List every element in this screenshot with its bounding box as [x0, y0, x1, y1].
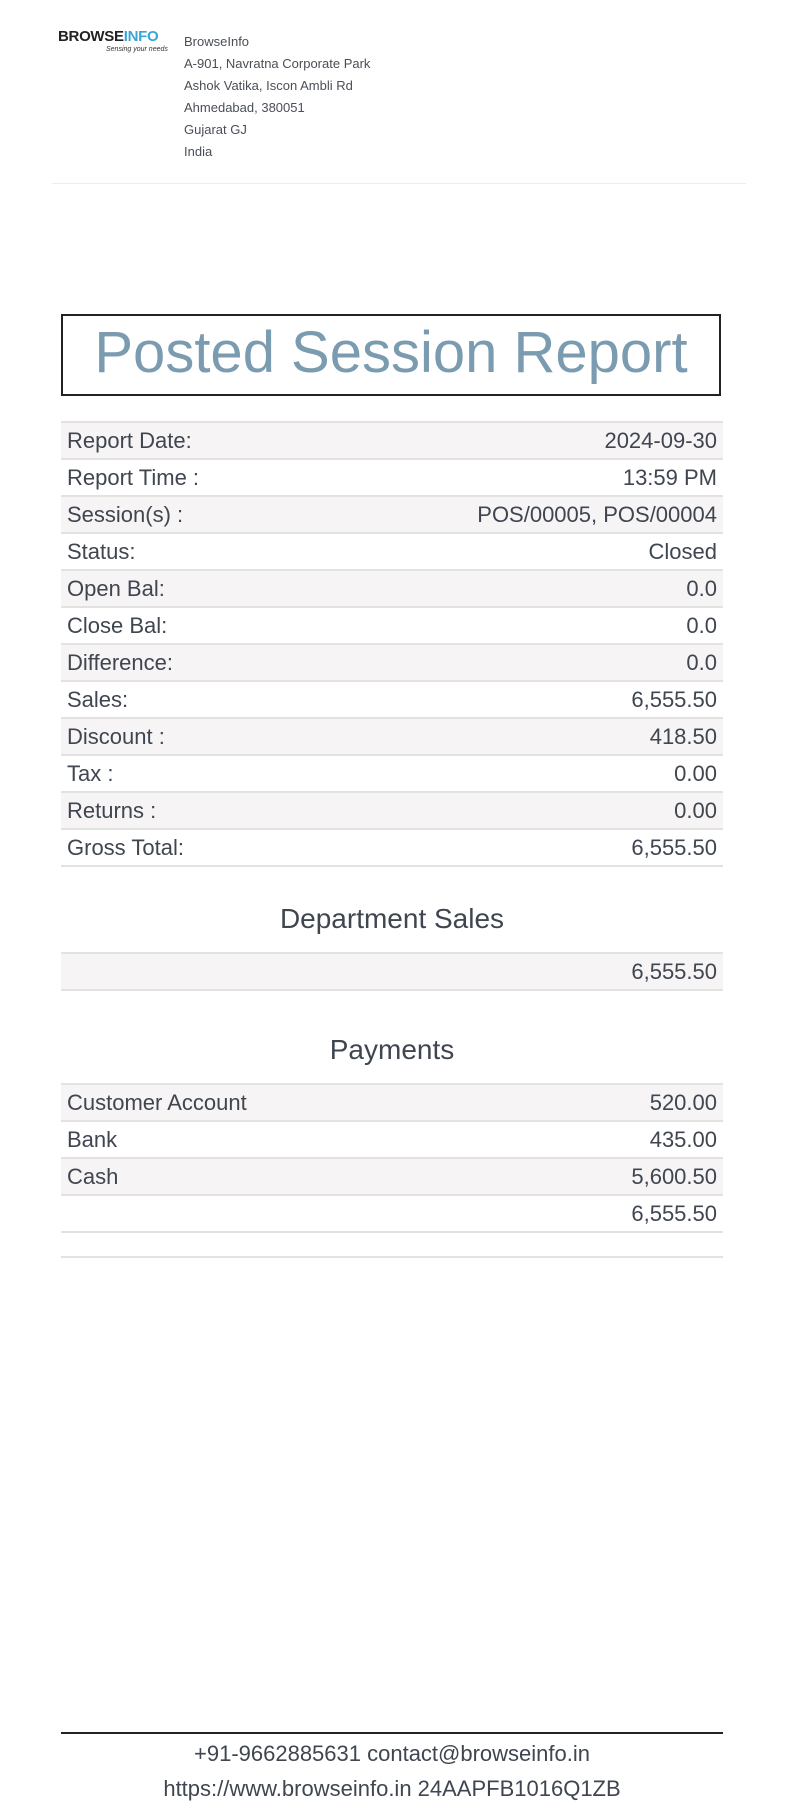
- address-line: Gujarat GJ: [184, 122, 247, 137]
- summary-label: Sales:: [61, 680, 302, 718]
- summary-row: Open Bal: 0.0: [61, 569, 723, 607]
- payment-method: Customer Account: [61, 1083, 500, 1121]
- summary-label: Close Bal:: [61, 606, 302, 644]
- summary-row: Status: Closed: [61, 532, 723, 570]
- summary-value: 2024-09-30: [301, 421, 723, 459]
- summary-label: Status:: [61, 532, 302, 570]
- payment-row: Bank 435.00: [61, 1120, 723, 1158]
- address-line: Ahmedabad, 380051: [184, 100, 305, 115]
- summary-value: 0.0: [301, 643, 723, 681]
- payment-amount: 520.00: [499, 1083, 723, 1121]
- summary-label: Tax :: [61, 754, 302, 792]
- company-name: BrowseInfo: [184, 34, 250, 49]
- address-line: A-901, Navratna Corporate Park: [184, 56, 371, 71]
- summary-value: POS/00005, POS/00004: [301, 495, 723, 533]
- logo-text-browse: BROWSE: [58, 28, 124, 45]
- summary-row: Session(s) : POS/00005, POS/00004: [61, 495, 723, 533]
- payment-method: Bank: [61, 1120, 500, 1158]
- department-sales-table: 6,555.50: [61, 952, 723, 991]
- summary-row: Returns :0.00: [61, 791, 723, 829]
- report-title: Posted Session Report: [94, 320, 688, 385]
- address-line: India: [184, 144, 213, 159]
- summary-row: Gross Total: 6,555.50: [61, 828, 723, 867]
- summary-value: 0.0: [301, 606, 723, 644]
- summary-label: Discount :: [61, 717, 302, 755]
- payment-row: Customer Account 520.00: [61, 1083, 723, 1121]
- footer-divider: [61, 1732, 723, 1734]
- logo-tagline: Sensing your needs: [106, 46, 168, 53]
- payment-amount: 435.00: [499, 1120, 723, 1158]
- payment-total: 6,555.50: [499, 1194, 723, 1232]
- report-title-box: Posted Session Report: [61, 314, 721, 396]
- summary-row: Sales: 6,555.50: [61, 680, 723, 718]
- summary-label: Open Bal:: [61, 569, 302, 607]
- summary-row: Difference: 0.0: [61, 643, 723, 681]
- summary-value: Closed: [301, 532, 723, 570]
- company-logo: BROWSEINFO Sensing your needs: [58, 28, 168, 60]
- summary-row: Report Time :13:59 PM: [61, 458, 723, 496]
- company-address: BrowseInfo A-901, Navratna Corporate Par…: [184, 31, 370, 163]
- address-line: Ashok Vatika, Iscon Ambli Rd: [184, 78, 353, 93]
- department-label: [61, 952, 134, 991]
- summary-label: Returns :: [61, 791, 302, 829]
- summary-value: 6,555.50: [301, 680, 723, 718]
- footer-website: https://www.browseinfo.in 24AAPFB1016Q1Z…: [163, 1776, 621, 1801]
- summary-label: Session(s) :: [61, 495, 302, 533]
- payment-total-row: 6,555.50: [61, 1194, 723, 1232]
- payment-amount: [499, 1231, 723, 1258]
- summary-row: Tax :0.00: [61, 754, 723, 792]
- department-sales-row: 6,555.50: [61, 952, 723, 991]
- summary-row: Close Bal: 0.0: [61, 606, 723, 644]
- summary-row: Discount :418.50: [61, 717, 723, 755]
- summary-row: Report Date: 2024-09-30: [61, 421, 723, 459]
- payment-method: [61, 1231, 500, 1258]
- summary-value: 6,555.50: [301, 828, 723, 867]
- summary-label: Difference:: [61, 643, 302, 681]
- summary-value: 0.0: [301, 569, 723, 607]
- logo-text-info: INFO: [123, 28, 159, 45]
- company-header: BROWSEINFO Sensing your needs BrowseInfo…: [52, 0, 746, 184]
- summary-table: Report Date: 2024-09-30 Report Time :13:5…: [61, 421, 723, 867]
- payment-method: [61, 1194, 500, 1232]
- summary-value: 0.00: [301, 754, 723, 792]
- summary-value: 13:59 PM: [301, 458, 723, 496]
- payment-empty-row: [61, 1231, 723, 1258]
- department-sales-title: Department Sales: [279, 903, 505, 934]
- summary-label: Gross Total:: [61, 828, 302, 867]
- department-value: 6,555.50: [133, 952, 723, 991]
- summary-label: Report Date:: [61, 421, 302, 459]
- summary-value: 0.00: [301, 791, 723, 829]
- payments-table: Customer Account 520.00 Bank 435.00 Cash 5,…: [61, 1083, 723, 1258]
- payments-title: Payments: [329, 1034, 455, 1065]
- payment-method: Cash: [61, 1157, 500, 1195]
- footer-contact: +91-9662885631 contact@browseinfo.in: [194, 1741, 590, 1766]
- summary-value: 418.50: [301, 717, 723, 755]
- payment-row: Cash 5,600.50: [61, 1157, 723, 1195]
- payment-amount: 5,600.50: [499, 1157, 723, 1195]
- summary-label: Report Time :: [61, 458, 302, 496]
